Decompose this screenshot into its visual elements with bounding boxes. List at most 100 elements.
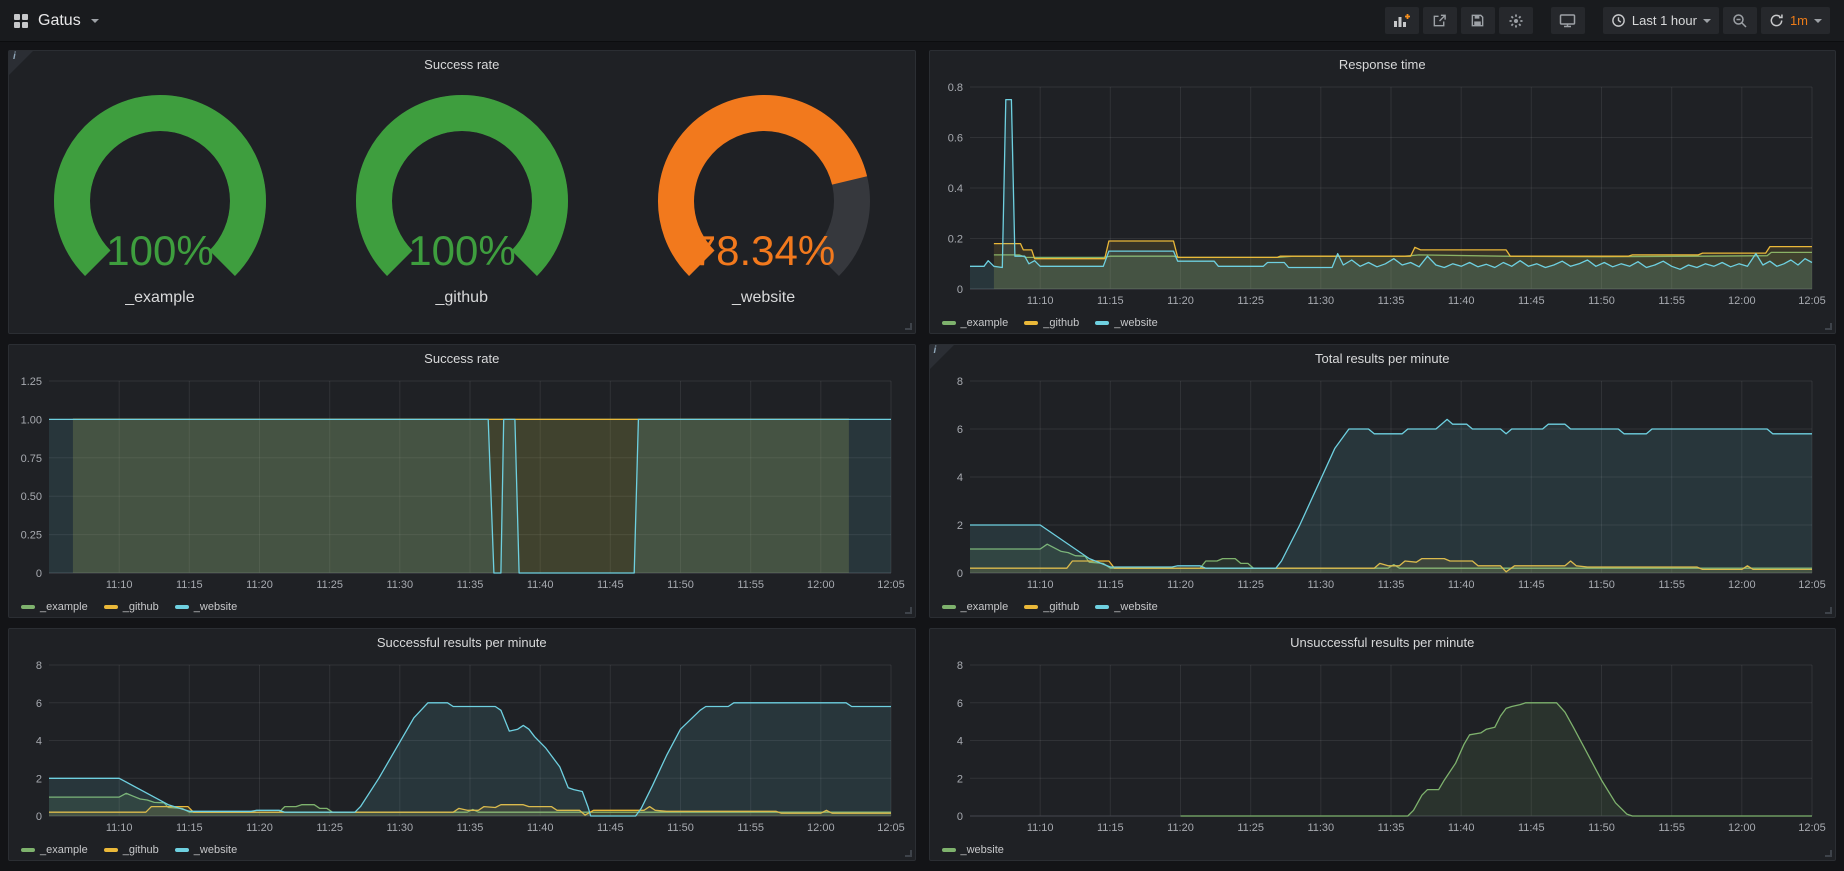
svg-text:11:35: 11:35	[457, 579, 484, 591]
svg-text:11:10: 11:10	[1026, 295, 1053, 307]
legend-item[interactable]: _example	[21, 844, 88, 856]
panel-title[interactable]: Success rate	[9, 345, 915, 373]
svg-text:0: 0	[36, 811, 42, 823]
svg-text:0.25: 0.25	[21, 530, 42, 542]
legend-item[interactable]: _example	[21, 601, 88, 613]
svg-text:11:15: 11:15	[1096, 295, 1123, 307]
time-series-chart[interactable]: 00.250.500.751.001.2511:1011:1511:2011:2…	[15, 373, 907, 591]
svg-text:11:30: 11:30	[386, 822, 413, 834]
svg-text:11:20: 11:20	[1167, 579, 1194, 591]
panel-title[interactable]: Total results per minute	[930, 345, 1836, 373]
svg-text:11:45: 11:45	[1517, 579, 1544, 591]
svg-text:11:50: 11:50	[1588, 295, 1615, 307]
svg-text:6: 6	[36, 698, 42, 710]
add-panel-button[interactable]	[1385, 7, 1419, 34]
tv-mode-button[interactable]	[1551, 7, 1585, 34]
svg-text:2: 2	[956, 520, 962, 532]
zoom-out-button[interactable]	[1723, 7, 1757, 34]
svg-text:0: 0	[956, 811, 962, 823]
chart-legend: _example _github _website	[942, 317, 1158, 329]
panel-resize-handle[interactable]	[905, 323, 912, 330]
time-series-chart[interactable]: 00.20.40.60.811:1011:1511:2011:2511:3011…	[936, 79, 1828, 307]
svg-text:11:25: 11:25	[1237, 295, 1264, 307]
svg-text:11:55: 11:55	[737, 579, 764, 591]
refresh-button[interactable]: 1m	[1761, 7, 1830, 34]
panel-unsuccessful-results: Unsuccessful results per minute 0246811:…	[929, 628, 1837, 861]
legend-item[interactable]: _website	[175, 844, 237, 856]
svg-text:11:50: 11:50	[1588, 822, 1615, 834]
svg-text:11:30: 11:30	[1307, 822, 1334, 834]
svg-text:11:40: 11:40	[527, 822, 554, 834]
svg-text:11:45: 11:45	[597, 579, 624, 591]
panel-resize-handle[interactable]	[905, 607, 912, 614]
share-icon	[1432, 13, 1447, 28]
time-series-chart[interactable]: 0246811:1011:1511:2011:2511:3011:3511:40…	[936, 657, 1828, 834]
svg-text:11:10: 11:10	[1026, 579, 1053, 591]
panel-resize-handle[interactable]	[1825, 607, 1832, 614]
svg-text:8: 8	[956, 660, 962, 672]
legend-item[interactable]: _example	[942, 317, 1009, 329]
time-range-label: Last 1 hour	[1632, 13, 1697, 28]
monitor-icon	[1559, 13, 1576, 28]
share-button[interactable]	[1423, 7, 1457, 34]
svg-text:11:40: 11:40	[1447, 822, 1474, 834]
legend-item[interactable]: _website	[175, 601, 237, 613]
legend-item[interactable]: _website	[1095, 317, 1157, 329]
svg-text:2: 2	[956, 773, 962, 785]
panel-title[interactable]: Success rate	[9, 51, 915, 79]
apps-menu-icon[interactable]	[14, 14, 28, 28]
gauge-label: _example	[125, 289, 194, 307]
panel-resize-handle[interactable]	[1825, 850, 1832, 857]
chart-legend: _website	[942, 844, 1004, 856]
svg-text:11:10: 11:10	[106, 822, 133, 834]
svg-text:11:45: 11:45	[597, 822, 624, 834]
time-series-chart[interactable]: 0246811:1011:1511:2011:2511:3011:3511:40…	[936, 373, 1828, 591]
time-caret-icon	[1703, 19, 1711, 23]
legend-item[interactable]: _github	[1024, 601, 1079, 613]
svg-text:11:30: 11:30	[386, 579, 413, 591]
svg-text:11:25: 11:25	[316, 579, 343, 591]
dashboard-caret-icon[interactable]	[91, 19, 99, 23]
svg-text:0: 0	[956, 284, 962, 296]
svg-text:12:00: 12:00	[807, 822, 835, 834]
time-picker-button[interactable]: Last 1 hour	[1603, 7, 1719, 34]
svg-text:11:55: 11:55	[737, 822, 764, 834]
gauge: 100%_github	[312, 91, 611, 307]
panel-title[interactable]: Response time	[930, 51, 1836, 79]
svg-text:11:10: 11:10	[106, 579, 133, 591]
svg-text:11:45: 11:45	[1517, 295, 1544, 307]
dashboard-title[interactable]: Gatus	[38, 12, 81, 30]
svg-text:1.25: 1.25	[21, 376, 42, 388]
panel-info-icon[interactable]: i	[930, 345, 954, 369]
panel-success-rate-gauges: i Success rate 100%_example100%_github78…	[8, 50, 916, 334]
save-button[interactable]	[1461, 7, 1495, 34]
panel-title[interactable]: Successful results per minute	[9, 629, 915, 657]
svg-text:11:35: 11:35	[1377, 579, 1404, 591]
panel-success-rate-timeseries: Success rate 00.250.500.751.001.2511:101…	[8, 344, 916, 618]
legend-item[interactable]: _website	[942, 844, 1004, 856]
legend-item[interactable]: _github	[1024, 317, 1079, 329]
panel-info-icon[interactable]: i	[9, 51, 33, 75]
svg-text:11:25: 11:25	[316, 822, 343, 834]
save-icon	[1470, 13, 1485, 28]
settings-button[interactable]	[1499, 7, 1533, 34]
panel-title[interactable]: Unsuccessful results per minute	[930, 629, 1836, 657]
time-series-chart[interactable]: 0246811:1011:1511:2011:2511:3011:3511:40…	[15, 657, 907, 834]
svg-text:11:25: 11:25	[1237, 822, 1264, 834]
dashboard-grid: i Success rate 100%_example100%_github78…	[0, 42, 1844, 869]
legend-item[interactable]: _website	[1095, 601, 1157, 613]
svg-text:78.34%: 78.34%	[692, 227, 834, 274]
panel-resize-handle[interactable]	[1825, 323, 1832, 330]
svg-text:11:20: 11:20	[246, 579, 273, 591]
legend-item[interactable]: _github	[104, 601, 159, 613]
svg-text:6: 6	[956, 698, 962, 710]
svg-text:0.50: 0.50	[21, 491, 42, 503]
legend-item[interactable]: _github	[104, 844, 159, 856]
svg-text:0.6: 0.6	[947, 133, 962, 145]
svg-text:0.8: 0.8	[947, 82, 962, 94]
svg-text:11:15: 11:15	[176, 579, 203, 591]
refresh-caret-icon	[1814, 19, 1822, 23]
legend-item[interactable]: _example	[942, 601, 1009, 613]
panel-resize-handle[interactable]	[905, 850, 912, 857]
svg-text:4: 4	[36, 736, 42, 748]
